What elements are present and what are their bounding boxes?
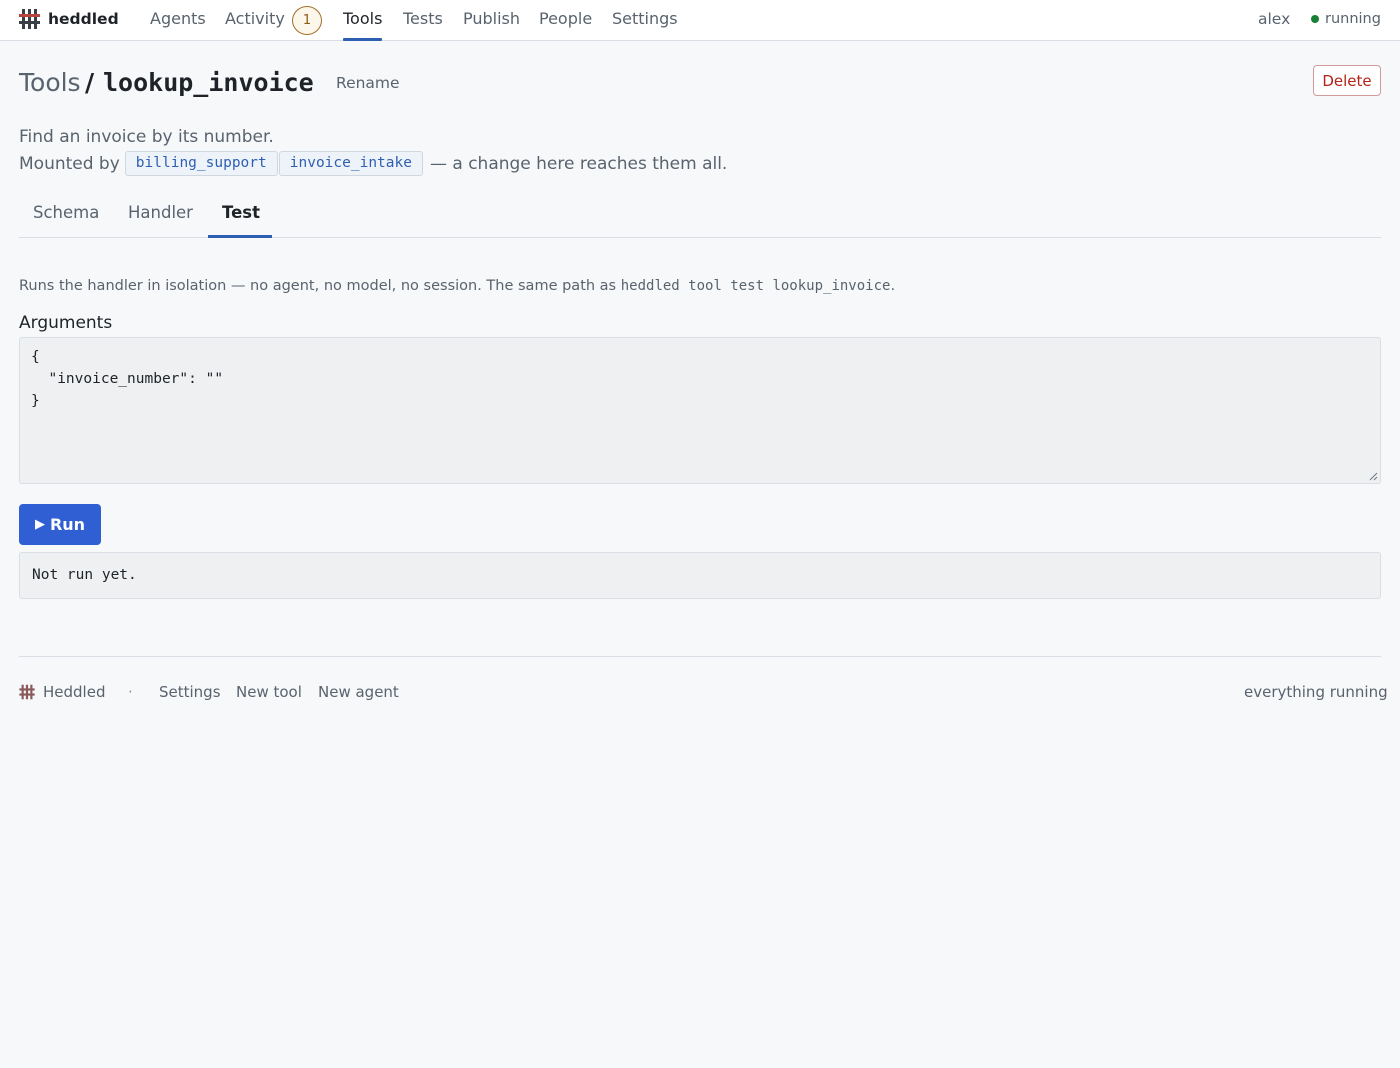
- tab-test[interactable]: Test: [222, 203, 260, 222]
- agent-chip-billing-support[interactable]: billing_support: [124, 151, 278, 176]
- footer-brand[interactable]: Heddled: [19, 683, 105, 701]
- nav-tools[interactable]: Tools: [343, 9, 382, 28]
- tab-handler[interactable]: Handler: [128, 203, 193, 222]
- resize-handle-icon[interactable]: [1368, 471, 1378, 481]
- delete-button[interactable]: Delete: [1313, 65, 1381, 96]
- tab-active-indicator: [208, 235, 272, 238]
- user-menu[interactable]: alex: [1258, 10, 1290, 28]
- status-label: running: [1325, 11, 1381, 27]
- nav-active-indicator: [343, 38, 382, 41]
- mounted-by-line: Mounted by billing_support invoice_intak…: [19, 151, 727, 176]
- run-button-label: Run: [49, 515, 86, 534]
- brand-name: heddled: [48, 10, 119, 28]
- activity-count-badge[interactable]: 1: [292, 6, 322, 35]
- brand[interactable]: heddled: [19, 8, 119, 30]
- nav-activity[interactable]: Activity: [225, 9, 285, 28]
- test-description-text: Runs the handler in isolation — no agent…: [19, 278, 621, 294]
- loom-logo-icon: [19, 684, 35, 700]
- cli-command: heddled tool test lookup_invoice: [620, 278, 891, 294]
- tab-schema[interactable]: Schema: [33, 203, 99, 222]
- nav-agents[interactable]: Agents: [150, 9, 206, 28]
- nav-settings[interactable]: Settings: [612, 9, 678, 28]
- footer-divider: [19, 656, 1381, 657]
- footer-link-new-agent[interactable]: New agent: [318, 683, 399, 701]
- test-output: Not run yet.: [19, 552, 1381, 599]
- test-description: Runs the handler in isolation — no agent…: [19, 278, 895, 294]
- breadcrumb-tools[interactable]: Tools: [19, 68, 81, 97]
- nav-people[interactable]: People: [539, 9, 592, 28]
- footer-link-settings[interactable]: Settings: [159, 683, 221, 701]
- mounted-by-label: Mounted by: [19, 153, 120, 174]
- arguments-editor[interactable]: [19, 337, 1381, 484]
- run-button[interactable]: ▶ Run: [19, 504, 101, 545]
- top-bar: heddled Agents Activity 1 Tools Tests Pu…: [0, 0, 1400, 41]
- nav-publish[interactable]: Publish: [463, 9, 520, 28]
- system-status: running: [1311, 11, 1381, 27]
- agent-chip-invoice-intake[interactable]: invoice_intake: [278, 151, 423, 176]
- status-dot-icon: [1311, 15, 1319, 23]
- footer-brand-name: Heddled: [43, 683, 106, 701]
- rename-button[interactable]: Rename: [336, 74, 400, 92]
- test-description-end: .: [890, 278, 896, 294]
- mounted-by-note: — a change here reaches them all.: [429, 153, 728, 174]
- nav-tests[interactable]: Tests: [403, 9, 443, 28]
- loom-logo-icon: [19, 9, 40, 29]
- play-icon: ▶: [34, 517, 45, 532]
- page-title: lookup_invoice: [103, 68, 314, 97]
- tool-description: Find an invoice by its number.: [19, 127, 274, 147]
- arguments-label: Arguments: [19, 313, 113, 333]
- footer-separator: ·: [128, 683, 133, 701]
- footer-link-new-tool[interactable]: New tool: [236, 683, 302, 701]
- footer-status: everything running: [1244, 683, 1388, 701]
- breadcrumb-separator: /: [85, 68, 95, 97]
